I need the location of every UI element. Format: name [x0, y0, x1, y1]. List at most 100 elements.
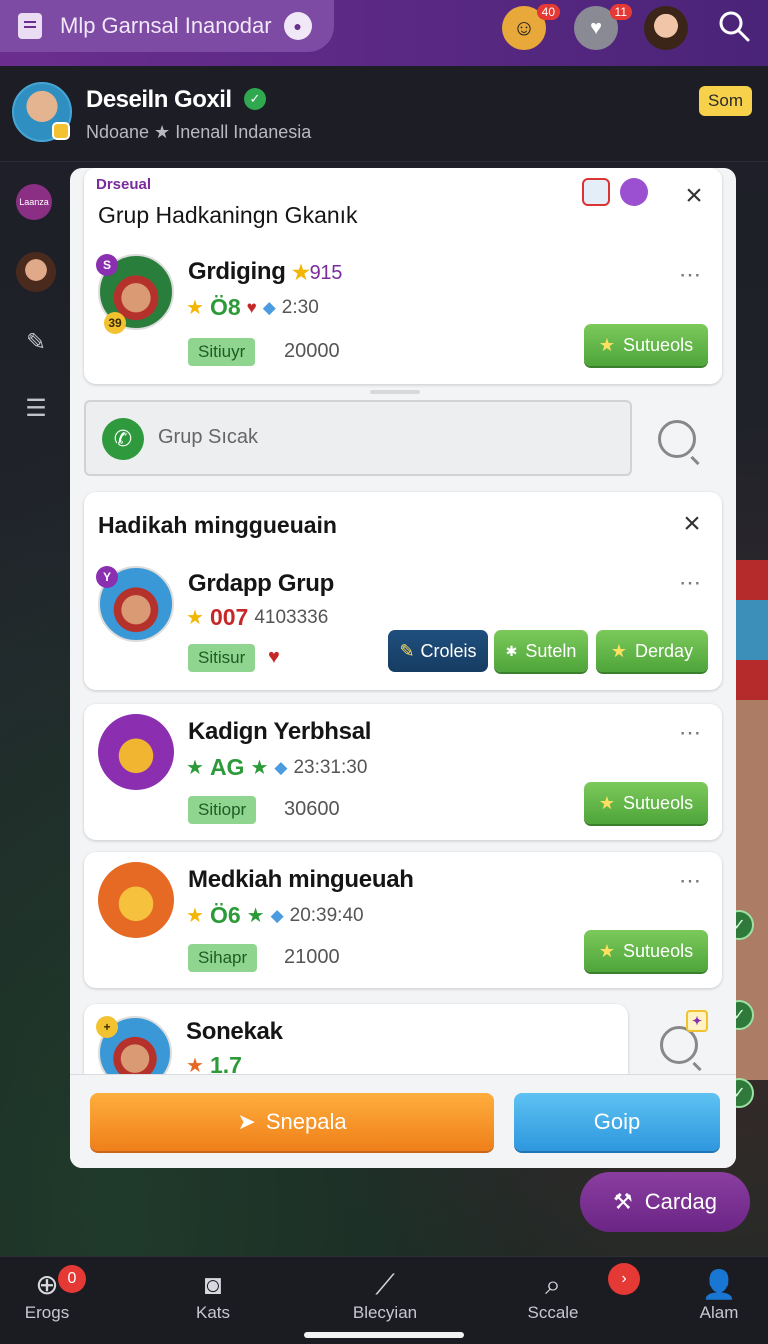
diamond-icon: ◆ [262, 297, 276, 317]
nav-item-erogs[interactable]: ⊕ Erogs [0, 1267, 102, 1323]
nav-item-kats[interactable]: ◙ Kats [158, 1267, 268, 1323]
shield-icon[interactable]: ♥ 11 [574, 4, 632, 50]
gift-icon[interactable]: ✦ [686, 1010, 708, 1032]
row-name: Sonekak [186, 1018, 283, 1045]
row-time: 2:30 [281, 296, 319, 318]
row-name-suffix: 915 [309, 262, 343, 284]
arrow-right-icon[interactable]: › [608, 1263, 640, 1295]
heart-icon: ♥ [268, 646, 280, 668]
secondary-button[interactable]: Goip [514, 1093, 720, 1151]
sun-mascot-icon[interactable]: ☺ 40 [502, 4, 560, 50]
gift-icon[interactable] [98, 862, 174, 938]
nav-label: Alam [699, 1303, 739, 1322]
list-icon[interactable]: ☰ [16, 388, 56, 428]
status-chip: Sitiuyr [188, 338, 256, 366]
action-button[interactable]: ✱ Suteln [494, 630, 588, 672]
row-meta: ★ Ö6 ★ ◆ 20:39:40 [186, 902, 364, 929]
close-icon[interactable]: × [678, 509, 706, 539]
star-icon: ★ [598, 792, 616, 813]
action-button-label: Sutueols [623, 334, 694, 355]
hammer-icon: ⚒ [613, 1189, 633, 1214]
app-title-pill[interactable]: Mlp Garnsal Inanodar ● [0, 0, 334, 52]
section-tag: Drseual [96, 176, 152, 193]
group-logo-icon[interactable]: Laanza [16, 184, 52, 220]
star-icon: ✱ [505, 642, 518, 659]
pin-icon[interactable]: ✎ [16, 322, 56, 362]
action-button[interactable]: ★ Sutueols [584, 324, 708, 366]
nav-badge: 0 [58, 1265, 86, 1293]
left-rail: Laanza ✎ ☰ [0, 162, 72, 1256]
pencil-icon: ✎ [399, 640, 415, 661]
diamond-icon: ◆ [274, 757, 288, 777]
action-button-label: Suteln [525, 640, 577, 661]
search-icon[interactable] [718, 10, 750, 42]
drag-handle[interactable] [370, 390, 420, 394]
row-name: Grdapp Grup [188, 570, 335, 597]
star-icon: ★ [598, 334, 616, 355]
row-code: 007 [209, 604, 249, 630]
action-button[interactable]: ★ Derday [596, 630, 708, 672]
row-amount: 20000 [284, 340, 340, 362]
close-icon[interactable]: × [680, 181, 708, 211]
row-extra: 4103336 [254, 606, 329, 628]
level-badge [52, 122, 70, 140]
primary-button-label: Snepala [265, 1109, 347, 1134]
status-chip: Sihapr [188, 944, 258, 972]
nav-label: Kats [195, 1303, 231, 1322]
row-code: Ö6 [209, 902, 241, 928]
main-panel: Drseual Grup Hadkaningn Gkanık × S 39 Gr… [70, 168, 736, 1168]
leaf-icon: ⟋ [375, 1269, 395, 1300]
nav-item-blecyian[interactable]: ⟋ Blecyian [330, 1267, 440, 1323]
user-icon: 👤 [701, 1269, 737, 1300]
more-icon[interactable]: ⋯ [679, 570, 702, 596]
search-placeholder: Grup Sıcak [158, 426, 259, 448]
globe-icon: ⊕ [35, 1269, 59, 1300]
contact-avatar[interactable] [16, 252, 56, 292]
floating-action-button[interactable]: ⚒ Cardag [580, 1172, 750, 1232]
star-icon: ★ [598, 940, 616, 961]
search-icon[interactable] [658, 420, 696, 458]
nav-item-alam[interactable]: 👤 Alam [664, 1267, 768, 1323]
nav-label: Sccale [527, 1303, 579, 1322]
more-icon[interactable]: ⋯ [679, 868, 702, 894]
mini-badge: + [96, 1016, 118, 1038]
group-search-field[interactable]: ✆ Grup Sıcak [84, 400, 632, 476]
action-button[interactable]: ✎ Croleis [388, 630, 488, 672]
profile-icon: ● [283, 12, 312, 40]
fab-label: Cardag [644, 1189, 717, 1214]
laptop-icon[interactable] [582, 178, 610, 206]
gift-icon[interactable] [98, 714, 174, 790]
camera-icon: ◙ [204, 1269, 222, 1300]
row-name-text: Grdiging [188, 258, 286, 285]
row-name: Grdiging ★915 [188, 258, 342, 286]
chat-icon: ✆ [102, 418, 144, 460]
action-button-label: Sutueols [623, 792, 694, 813]
primary-button[interactable]: ➤ Snepala [90, 1093, 494, 1151]
top-bar: Mlp Garnsal Inanodar ● ☺ 40 ♥ 11 [0, 0, 768, 66]
bottom-nav: ⊕ Erogs 0 ◙ Kats ⟋ Blecyian ⌕ Sccale › 👤… [0, 1256, 768, 1344]
profile-header: Deseiln Goxil ✓ Ndoane ★ Inenall Indanes… [0, 66, 768, 162]
more-icon[interactable]: ⋯ [679, 720, 702, 746]
action-button-label: Sutueols [623, 940, 694, 961]
action-button[interactable]: ★ Sutueols [584, 930, 708, 972]
notification-badge: 11 [609, 4, 632, 20]
heart-icon: ♥ [246, 297, 257, 317]
more-icon[interactable]: ⋯ [679, 262, 702, 288]
nav-label: Erogs [24, 1303, 70, 1322]
profile-subtitle: Ndoane ★ Inenall Indanesia [86, 122, 312, 142]
profile-name: Deseiln Goxil [86, 86, 232, 113]
row-meta: ★ Ö8 ♥ ◆ 2:30 [186, 294, 319, 321]
section-title: Hadikah minggueuain [98, 512, 337, 538]
row-amount: 21000 [284, 946, 340, 968]
nav-item-sccale[interactable]: ⌕ Sccale [498, 1267, 608, 1323]
som-badge[interactable]: Som [699, 86, 752, 116]
user-avatar[interactable] [644, 6, 688, 50]
clock-icon[interactable] [620, 178, 648, 206]
action-bar: ➤ Snepala Goip [70, 1074, 736, 1168]
action-button-label: Croleis [420, 640, 477, 661]
action-button[interactable]: ★ Sutueols [584, 782, 708, 824]
group-card: Hadikah minggueuain × Y Grdapp Grup ★ 00… [84, 492, 722, 690]
row-time: 20:39:40 [289, 904, 364, 926]
row-name: Medkiah mingueuah [188, 866, 414, 893]
status-chip: Sitisur [188, 644, 256, 672]
